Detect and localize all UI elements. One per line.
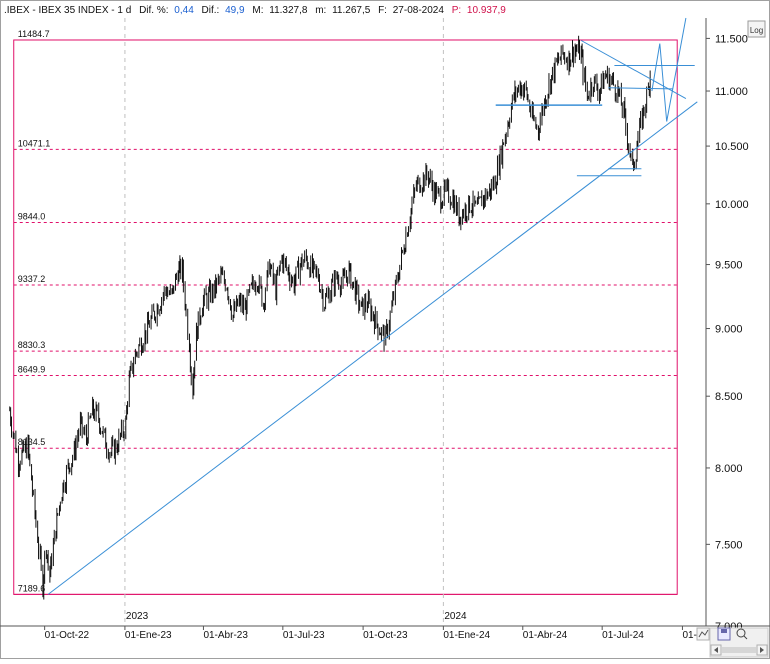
y-tick-label: 11.500 [715, 33, 748, 45]
level-label: 8830.3 [18, 340, 46, 350]
level-label: 10471.1 [18, 138, 51, 148]
header-dif-pct-value: 0,44 [174, 5, 194, 16]
x-tick-label: 01-Jul-24 [602, 630, 644, 641]
chart-frame [0, 0, 770, 659]
scroll-right-icon[interactable] [756, 644, 768, 656]
y-tick-label: 10.000 [715, 199, 749, 211]
header-date-label: F: [378, 5, 387, 16]
scrollbar-track[interactable] [722, 647, 756, 653]
header-symbol: .IBEX - IBEX 35 INDEX - 1 d [4, 5, 131, 16]
x-tick-label: 01-Ene-24 [443, 630, 490, 641]
y-tick-label: 8.000 [715, 463, 743, 475]
level-label: 8134.5 [18, 437, 46, 447]
y-tick-label: 10.500 [715, 141, 749, 153]
header-info: .IBEX - IBEX 35 INDEX - 1 d Dif. %: 0,44… [4, 5, 506, 16]
x-tick-label: 01-Oct-23 [363, 630, 408, 641]
save-icon[interactable] [717, 627, 731, 641]
header-dif-label: Dif.: [202, 5, 220, 16]
header-dif-value: 49,9 [225, 5, 245, 16]
log-toggle-button[interactable]: Log [747, 20, 766, 38]
level-label: 8649.9 [18, 365, 46, 375]
year-label: 2024 [444, 611, 467, 622]
chart-container[interactable]: .IBEX - IBEX 35 INDEX - 1 d Dif. %: 0,44… [0, 0, 770, 659]
header-dif-pct-label: Dif. %: [139, 5, 168, 16]
level-label: 9844.0 [18, 211, 46, 221]
y-tick-label: 11.000 [715, 86, 748, 98]
x-tick-label: 01-Abr-23 [203, 630, 248, 641]
price-chart-svg[interactable]: .IBEX - IBEX 35 INDEX - 1 d Dif. %: 0,44… [0, 0, 770, 659]
header-max-label: M: [252, 5, 263, 16]
level-label: 11484.7 [18, 29, 50, 39]
x-tick-label: 01-Oct-22 [45, 630, 90, 641]
x-tick-label: 01-Ene-23 [125, 630, 172, 641]
header-price-label: P: [452, 5, 461, 16]
y-tick-label: 7.500 [715, 539, 743, 551]
chart-type-icon[interactable] [696, 627, 710, 641]
log-button-label: Log [750, 26, 763, 35]
header-date-value: 27-08-2024 [393, 5, 445, 16]
x-tick-label: 01-Jul-23 [283, 630, 325, 641]
y-tick-label: 9.000 [715, 324, 743, 336]
level-label: 9337.2 [18, 274, 46, 284]
header-max-value: 11.327,8 [269, 5, 308, 16]
y-tick-label: 8.500 [715, 391, 743, 403]
year-label: 2023 [126, 611, 149, 622]
x-tick-label: 01-Abr-24 [523, 630, 568, 641]
level-label: 7189.6 [18, 583, 46, 593]
scroll-left-icon[interactable] [710, 644, 722, 656]
y-tick-label: 9.500 [715, 260, 743, 272]
header-min-label: m: [315, 5, 326, 16]
header-price-value: 10.937,9 [467, 5, 506, 16]
header-min-value: 11.267,5 [332, 5, 371, 16]
